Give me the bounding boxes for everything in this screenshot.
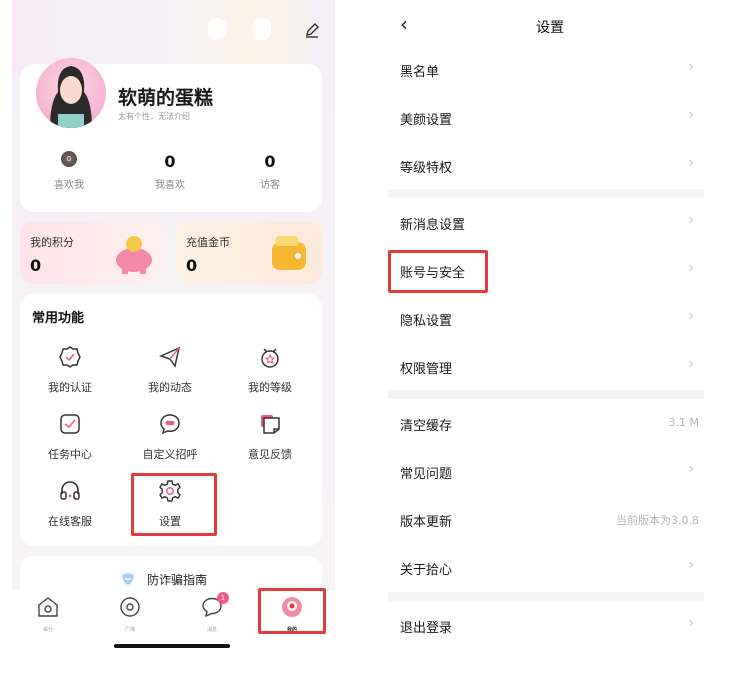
home-indicator xyxy=(114,644,230,648)
settings-row-faq[interactable]: 常见问题 › xyxy=(388,447,704,495)
chevron-right-icon: › xyxy=(688,59,694,75)
message-count-badge: 1 xyxy=(217,592,229,604)
points-label: 我的积分 xyxy=(30,236,74,249)
edit-pencil-icon[interactable] xyxy=(304,22,320,38)
settings-highlight-box xyxy=(131,473,217,536)
function-verify[interactable]: 我的认证 xyxy=(20,345,120,395)
settings-row-clear-cache[interactable]: 清空缓存 3.1 M xyxy=(388,399,704,447)
greeting-bubble-icon xyxy=(160,414,180,435)
feedback-icon xyxy=(261,415,280,434)
piggy-bank-icon xyxy=(116,236,152,274)
chevron-right-icon: › xyxy=(688,107,694,123)
points-value: 0 xyxy=(30,256,42,275)
wallet-icon xyxy=(272,236,306,270)
tab-messages[interactable]: 消息 xyxy=(182,595,242,633)
task-check-icon xyxy=(60,414,80,434)
plaza-icon xyxy=(120,597,140,617)
status-pill xyxy=(253,18,271,40)
tab-fate[interactable]: 缘分 xyxy=(18,595,78,633)
chevron-right-icon: › xyxy=(688,155,694,171)
chevron-right-icon: › xyxy=(688,356,694,372)
settings-row-about[interactable]: 关于拾心 › xyxy=(388,543,704,591)
functions-title: 常用功能 xyxy=(32,311,85,326)
username: 软萌的蛋糕 xyxy=(118,87,214,109)
avatar[interactable] xyxy=(36,58,106,128)
anti-fraud-label[interactable]: 防诈骗指南 xyxy=(147,571,207,588)
level-medal-icon xyxy=(261,348,279,368)
back-chevron-icon[interactable]: ‹ xyxy=(400,12,408,36)
tab-plaza[interactable]: 广场 xyxy=(100,595,160,633)
settings-title: 设置 xyxy=(536,20,564,36)
chevron-right-icon: › xyxy=(688,308,694,324)
settings-row-blacklist[interactable]: 黑名单 › xyxy=(388,45,704,93)
settings-row-privacy[interactable]: 隐私设置 › xyxy=(388,294,704,342)
stat-liked-me-label[interactable]: 喜欢我 xyxy=(39,176,99,191)
section-divider xyxy=(388,592,704,601)
settings-screen: ‹ 设置 黑名单 › 美颜设置 › 等级特权 › 新消息设置 › 账号与安全 ›… xyxy=(388,0,704,660)
coins-value: 0 xyxy=(186,256,198,275)
coins-card[interactable]: 充值金币 0 xyxy=(176,222,322,284)
shield-guide-icon xyxy=(122,573,134,585)
chevron-right-icon: › xyxy=(688,615,694,631)
paper-plane-icon xyxy=(158,346,181,368)
stat-visitors-label[interactable]: 访客 xyxy=(240,176,300,191)
chevron-right-icon: › xyxy=(688,461,694,477)
function-moments[interactable]: 我的动态 xyxy=(120,345,220,395)
stat-i-liked-label[interactable]: 我喜欢 xyxy=(140,176,200,191)
mine-tab-highlight-box xyxy=(258,588,326,634)
headset-icon xyxy=(60,481,80,500)
settings-row-new-message[interactable]: 新消息设置 › xyxy=(388,198,704,246)
function-tasks[interactable]: 任务中心 xyxy=(20,412,120,462)
fate-icon xyxy=(38,597,58,617)
stat-i-liked-value[interactable]: 0 xyxy=(140,152,200,171)
account-security-highlight-box xyxy=(388,250,488,293)
status-pill xyxy=(208,18,226,40)
settings-row-level-privileges[interactable]: 等级特权 › xyxy=(388,141,704,189)
chevron-right-icon: › xyxy=(688,212,694,228)
stat-visitors-value[interactable]: 0 xyxy=(240,152,300,171)
function-greeting[interactable]: 自定义招呼 xyxy=(120,412,220,462)
cache-size-value: 3.1 M xyxy=(668,416,699,429)
function-customer-service[interactable]: 在线客服 xyxy=(20,479,120,529)
version-value: 当前版本为3.0.8 xyxy=(616,514,699,527)
points-card[interactable]: 我的积分 0 xyxy=(20,222,164,284)
liked-me-avatar: 0 xyxy=(61,151,77,167)
verify-badge-icon xyxy=(59,346,81,368)
settings-row-beauty[interactable]: 美颜设置 › xyxy=(388,93,704,141)
function-level[interactable]: 我的等级 xyxy=(220,345,320,395)
chevron-right-icon: › xyxy=(688,260,694,276)
section-divider xyxy=(388,189,704,198)
settings-row-logout[interactable]: 退出登录 › xyxy=(388,601,704,649)
coins-label: 充值金币 xyxy=(186,236,230,249)
function-feedback[interactable]: 意见反馈 xyxy=(220,412,320,462)
profile-screen: 软萌的蛋糕 太有个性，无法介绍 0 喜欢我 0 我喜欢 0 访客 我的积分 0 … xyxy=(12,0,335,660)
settings-row-version-update[interactable]: 版本更新 当前版本为3.0.8 xyxy=(388,495,704,543)
settings-row-permissions[interactable]: 权限管理 › xyxy=(388,342,704,390)
chevron-right-icon: › xyxy=(688,557,694,573)
section-divider xyxy=(388,390,704,399)
signature: 太有个性，无法介绍 xyxy=(118,112,190,121)
